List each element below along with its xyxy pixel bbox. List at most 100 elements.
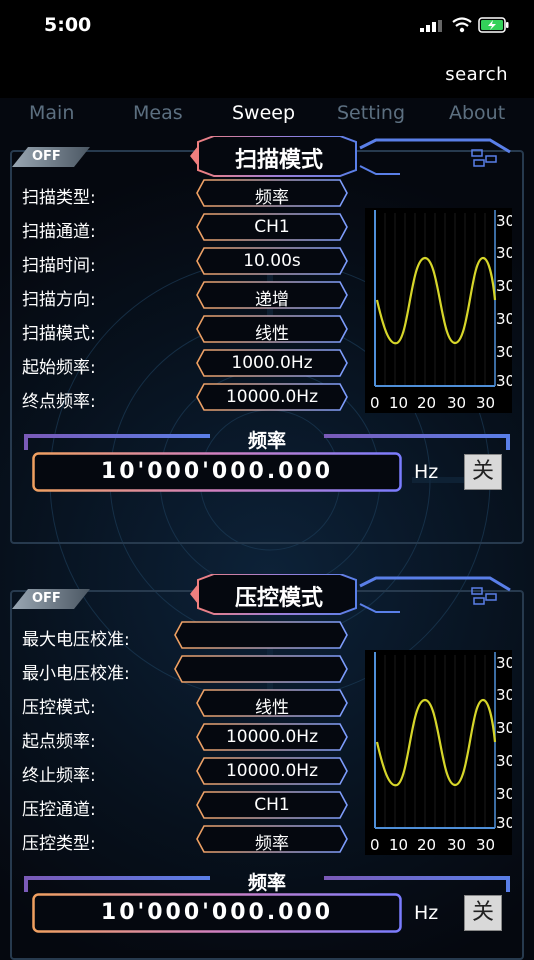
tab-setting[interactable]: Setting <box>337 102 405 124</box>
tab-meas[interactable]: Meas <box>133 102 183 124</box>
sweep-close-button[interactable]: 关 <box>464 454 502 490</box>
tab-bar: Main Meas Sweep Setting About <box>0 98 534 130</box>
sweep-toggle-label: OFF <box>32 149 61 164</box>
x-tick-label: 30 <box>447 836 466 854</box>
end-frequency-label: 终点频率: <box>22 392 96 412</box>
sweep-time-label: 扫描时间: <box>22 256 96 276</box>
sweep-waveform-chart: 30 30 30 30 30 30 0 10 20 30 30 <box>365 208 512 413</box>
vc-type-value: 频率 <box>255 834 289 854</box>
sweep-time-value: 10.00s <box>243 251 301 271</box>
vc-mode-value: 线性 <box>255 698 289 718</box>
start-frequency-label: 起始频率: <box>22 358 96 378</box>
battery-charging-icon <box>478 17 509 33</box>
y-tick-label: 30 <box>496 212 512 230</box>
x-tick-label: 20 <box>417 394 436 412</box>
vc-channel-value: CH1 <box>254 795 290 815</box>
vc-waveform-svg: 30 30 30 30 30 30 0 10 20 30 30 <box>370 652 512 854</box>
sweep-direction-value: 递增 <box>255 290 289 310</box>
voltage-control-toggle-label: OFF <box>32 591 61 606</box>
search-button[interactable]: search <box>445 64 508 85</box>
vc-type-field[interactable]: 频率 <box>196 825 348 854</box>
x-tick-label: 0 <box>370 836 380 854</box>
vc-waveform-chart: 30 30 30 30 30 30 0 10 20 30 30 <box>365 650 512 855</box>
sweep-channel-label: 扫描通道: <box>22 222 96 242</box>
x-tick-label: 30 <box>476 394 495 412</box>
min-voltage-calibration-field[interactable] <box>174 655 348 683</box>
sweep-channel-value: CH1 <box>254 217 290 237</box>
y-tick-label: 30 <box>496 244 512 262</box>
navigation-bar: search <box>0 52 534 98</box>
start-frequency-value: 1000.0Hz <box>231 353 313 373</box>
sweep-channel-field[interactable]: CH1 <box>196 213 348 241</box>
max-voltage-calibration-field[interactable] <box>174 621 348 649</box>
vc-end-frequency-value: 10000.0Hz <box>225 761 318 781</box>
sweep-type-label: 扫描类型: <box>22 188 96 208</box>
y-tick-label: 30 <box>496 343 512 361</box>
y-tick-label: 30 <box>496 814 512 832</box>
sweep-toggle[interactable]: OFF <box>12 146 90 168</box>
status-bar: 5:00 <box>0 0 534 52</box>
sweep-frequency-unit: Hz <box>414 461 439 483</box>
y-tick-label: 30 <box>496 277 512 295</box>
y-tick-label: 30 <box>496 372 512 390</box>
x-tick-label: 30 <box>476 836 495 854</box>
vc-end-frequency-label: 终止频率: <box>22 766 96 786</box>
sweep-frequency-header: 频率 <box>24 430 510 452</box>
sweep-mode-label: 扫描模式: <box>22 324 96 344</box>
vc-start-frequency-field[interactable]: 10000.0Hz <box>196 723 348 751</box>
sweep-title-banner: 扫描模式 <box>190 135 530 178</box>
vc-close-button[interactable]: 关 <box>464 895 502 931</box>
y-tick-label: 30 <box>496 654 512 672</box>
voltage-control-title: 压控模式 <box>234 586 323 611</box>
sweep-direction-field[interactable]: 递增 <box>196 281 348 310</box>
end-frequency-value: 10000.0Hz <box>225 387 318 407</box>
end-frequency-field[interactable]: 10000.0Hz <box>196 383 348 411</box>
x-tick-label: 20 <box>417 836 436 854</box>
sweep-frequency-display[interactable]: 10'000'000.000 <box>32 452 402 492</box>
sweep-title: 扫描模式 <box>234 148 323 173</box>
tab-about[interactable]: About <box>449 102 505 124</box>
sweep-time-field[interactable]: 10.00s <box>196 247 348 275</box>
y-tick-label: 30 <box>496 310 512 328</box>
vc-frequency-unit: Hz <box>414 902 439 924</box>
sweep-waveform-svg: 30 30 30 30 30 30 0 10 20 30 30 <box>370 210 512 412</box>
tab-sweep[interactable]: Sweep <box>232 102 295 124</box>
sweep-frequency-label: 频率 <box>247 430 286 452</box>
vc-frequency-display[interactable]: 10'000'000.000 <box>32 893 402 933</box>
vc-frequency-value: 10'000'000.000 <box>100 900 334 925</box>
vc-channel-field[interactable]: CH1 <box>196 791 348 819</box>
sweep-mode-field[interactable]: 线性 <box>196 315 348 344</box>
vc-start-frequency-value: 10000.0Hz <box>225 727 318 747</box>
vc-mode-field[interactable]: 线性 <box>196 689 348 718</box>
wifi-icon <box>452 17 472 33</box>
sweep-direction-label: 扫描方向: <box>22 290 96 310</box>
y-tick-label: 30 <box>496 719 512 737</box>
sweep-panel: OFF 扫描模式 扫描类型: 频率 扫描通道: CH1 扫描时间: 10.00s… <box>10 135 524 544</box>
vc-frequency-header: 频率 <box>24 872 510 894</box>
cellular-signal-icon <box>420 20 442 32</box>
max-voltage-calibration-label: 最大电压校准: <box>22 630 130 650</box>
x-tick-label: 30 <box>447 394 466 412</box>
sweep-type-value: 频率 <box>255 188 289 208</box>
vc-frequency-label: 频率 <box>247 872 286 894</box>
sweep-mode-value: 线性 <box>255 324 289 344</box>
y-tick-label: 30 <box>496 785 512 803</box>
tab-main[interactable]: Main <box>29 102 74 124</box>
clock: 5:00 <box>44 14 92 36</box>
y-tick-label: 30 <box>496 686 512 704</box>
x-tick-label: 0 <box>370 394 380 412</box>
x-tick-label: 10 <box>389 394 408 412</box>
y-tick-label: 30 <box>496 752 512 770</box>
vc-channel-label: 压控通道: <box>22 800 96 820</box>
start-frequency-field[interactable]: 1000.0Hz <box>196 349 348 377</box>
min-voltage-calibration-label: 最小电压校准: <box>22 664 130 684</box>
x-tick-label: 10 <box>389 836 408 854</box>
vc-type-label: 压控类型: <box>22 834 96 854</box>
vc-mode-label: 压控模式: <box>22 698 96 718</box>
voltage-control-title-banner: 压控模式 <box>190 573 530 616</box>
vc-start-frequency-label: 起点频率: <box>22 732 96 752</box>
sweep-type-field[interactable]: 频率 <box>196 179 348 208</box>
voltage-control-panel: OFF 压控模式 最大电压校准: 最小电压校准: 压控模式: 线性 起点频率: … <box>10 573 524 960</box>
voltage-control-toggle[interactable]: OFF <box>12 588 90 610</box>
vc-end-frequency-field[interactable]: 10000.0Hz <box>196 757 348 785</box>
